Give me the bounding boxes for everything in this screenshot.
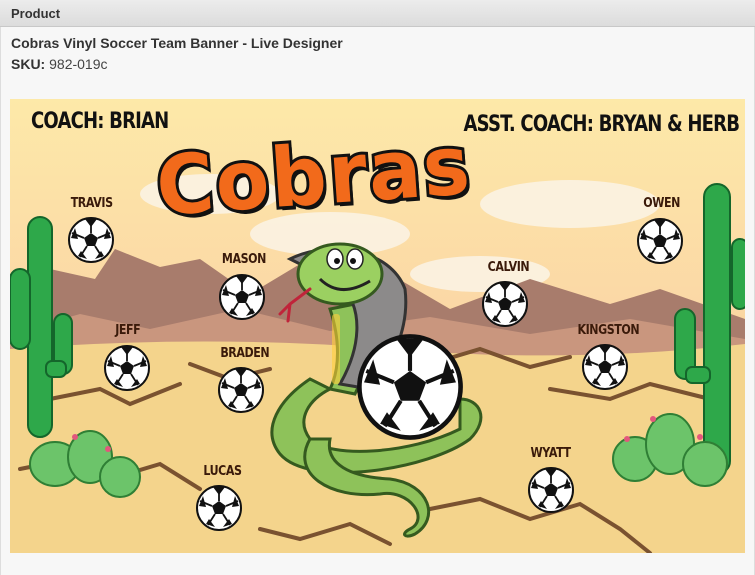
- banner-player-name[interactable]: BRADEN: [220, 346, 269, 361]
- product-panel-header: Product: [0, 0, 755, 27]
- banner-player-name[interactable]: TRAVIS: [71, 196, 113, 211]
- banner-assistant-coach-text[interactable]: ASST. COACH: BRYAN & HERB: [463, 112, 739, 137]
- panel-header-label: Product: [11, 6, 61, 21]
- banner-player-name[interactable]: LUCAS: [203, 464, 242, 479]
- banner-designer-canvas[interactable]: Cobras COACH: BRIAN ASST. COACH: BRYAN &…: [10, 99, 745, 553]
- sku-label: SKU:: [11, 56, 46, 72]
- banner-player-name[interactable]: OWEN: [643, 196, 680, 211]
- banner-player-name[interactable]: KINGSTON: [577, 323, 639, 338]
- banner-player-name[interactable]: WYATT: [531, 446, 571, 461]
- banner-player-name[interactable]: JEFF: [115, 323, 140, 338]
- banner-player-name[interactable]: CALVIN: [488, 260, 530, 275]
- sku-line: SKU: 982-019c: [11, 56, 108, 72]
- product-title: Cobras Vinyl Soccer Team Banner - Live D…: [11, 35, 343, 51]
- sku-value: 982-019c: [49, 56, 108, 72]
- banner-coach-text[interactable]: COACH: BRIAN: [31, 109, 169, 134]
- banner-player-name[interactable]: MASON: [222, 252, 266, 267]
